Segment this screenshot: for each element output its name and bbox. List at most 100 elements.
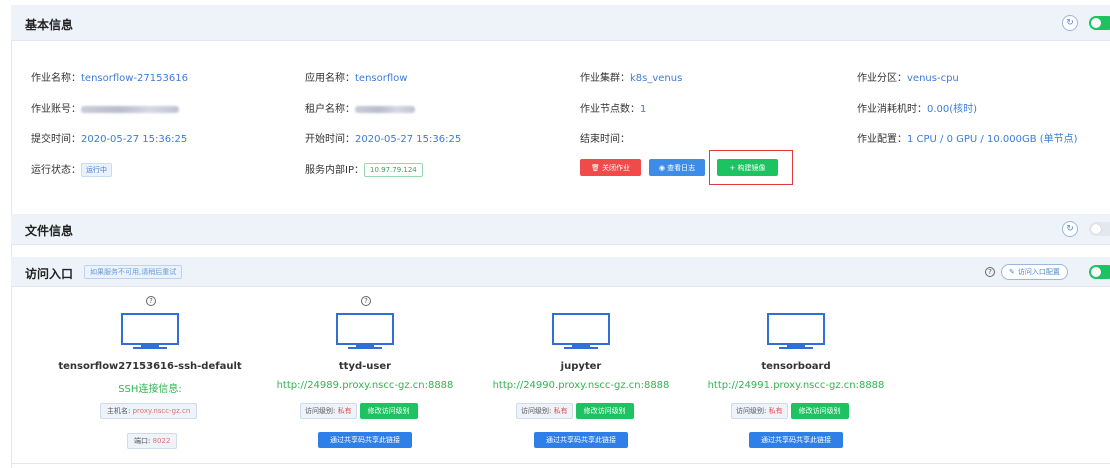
start-time-field: 开始时间：2020-05-27 15:36:25 [305,130,461,145]
internal-ip-value: 10.97.79.124 [363,163,423,177]
start-time-label: 开始时间： [305,134,355,145]
access-level-value: 私有 [768,407,783,415]
close-job-button[interactable]: 🗑 关闭作业 [580,159,641,176]
ssh-port-label: 端口: [134,437,151,445]
partition-value: venus-cpu [907,73,959,84]
refresh-icon[interactable]: ↻ [1062,15,1078,31]
access-level-label: 访问级别: [521,407,552,415]
share-link-button[interactable]: 通过共享码共享此链接 [318,432,412,448]
nodes-label: 作业节点数： [580,104,640,115]
access-level-value: 私有 [553,407,568,415]
start-time-value: 2020-05-27 15:36:25 [355,134,462,145]
submit-time-label: 提交时间： [31,134,81,145]
internal-ip-field: 服务内部IP： 10.97.79.124 [305,161,423,177]
ssh-host-value: proxy.nscc-gz.cn [132,407,191,415]
config-label: 作业配置： [857,134,907,145]
access-level-label: 访问级别: [736,407,767,415]
account-label: 作业账号： [31,104,81,115]
edit-icon: ✎ [1009,268,1015,276]
core-hours-field: 作业消耗机时：0.00(核时) [857,100,977,115]
job-name-label: 作业名称： [31,73,81,84]
view-log-label: 查看日志 [667,163,696,172]
internal-ip-label: 服务内部IP： [305,165,364,176]
cluster-field: 作业集群：k8s_venus [580,69,682,84]
basic-info-toggle[interactable] [1089,16,1110,30]
basic-info-title: 基本信息 [25,18,74,32]
service-name: tensorflow27153616-ssh-default [58,361,242,372]
file-info-header: 文件信息 ↻ [11,214,1110,245]
service-name: jupyter [560,361,602,372]
view-log-button[interactable]: ◉ 查看日志 [649,159,705,176]
modify-access-level-button[interactable]: 修改访问级别 [790,403,849,419]
access-header: 访问入口 如果服务不可用,请稍后重试 ? ✎ 访问入口配置 [11,257,1110,287]
access-level-label: 访问级别: [305,407,336,415]
service-name: tensorboard [761,361,831,372]
ssh-host-label: 主机名: [107,407,131,415]
access-level-row: 访问级别: 私有 修改访问级别 [516,403,634,419]
access-level-tag: 访问级别: 私有 [300,403,357,419]
monitor-icon [767,313,825,349]
basic-info-header: 基本信息 ↻ [11,5,1110,41]
tenant-value-redacted [355,105,415,113]
config-value: 1 CPU / 0 GPU / 10.000GB (单节点) [907,134,1078,145]
tenant-field: 租户名称： [305,100,415,115]
build-image-label: 构建镜像 [737,163,766,172]
help-icon[interactable]: ? [985,267,995,277]
modify-access-level-button[interactable]: 修改访问级别 [575,403,634,419]
monitor-icon [121,313,179,349]
core-hours-label: 作业消耗机时： [857,104,927,115]
access-hint-badge: 如果服务不可用,请稍后重试 [84,265,183,279]
share-link-button[interactable]: 通过共享码共享此链接 [534,432,628,448]
cluster-value: k8s_venus [630,73,683,84]
close-job-label: 关闭作业 [602,163,631,172]
build-image-button[interactable]: + 构建镜像 [717,159,778,176]
access-level-row: 访问级别: 私有 修改访问级别 [731,403,849,419]
help-icon[interactable]: ? [361,296,371,306]
plus-icon: + [729,163,738,172]
submit-time-value: 2020-05-27 15:36:25 [81,134,188,145]
job-name-field: 作业名称：tensorflow-27153616 [31,69,188,84]
monitor-icon [552,313,610,349]
monitor-icon [336,313,394,349]
app-name-label: 应用名称： [305,73,355,84]
config-field: 作业配置：1 CPU / 0 GPU / 10.000GB (单节点) [857,130,1078,145]
end-time-label: 结束时间： [580,134,630,145]
service-url-link[interactable]: http://24989.proxy.nscc-gz.cn:8888 [255,380,475,391]
share-link-button[interactable]: 通过共享码共享此链接 [749,432,843,448]
status-field: 运行状态： 运行中 [31,161,112,177]
access-level-value: 私有 [337,407,352,415]
app-name-field: 应用名称：tensorflow [305,69,407,84]
nodes-field: 作业节点数：1 [580,100,646,115]
refresh-icon[interactable]: ↻ [1062,221,1078,237]
job-name-value: tensorflow-27153616 [81,73,188,84]
account-value-redacted [81,105,179,113]
cluster-label: 作业集群： [580,73,630,84]
partition-field: 作业分区：venus-cpu [857,69,959,84]
core-hours-value: 0.00(核时) [927,104,978,115]
file-info-toggle[interactable] [1089,222,1110,236]
access-config-label: 访问入口配置 [1017,268,1060,276]
ssh-port-tag: 端口: 8022 [127,433,178,449]
end-time-field: 结束时间： [580,130,630,145]
app-name-value: tensorflow [355,73,408,84]
modify-access-level-button[interactable]: 修改访问级别 [359,403,418,419]
trash-icon: 🗑 [590,163,603,172]
partition-label: 作业分区： [857,73,907,84]
access-level-row: 访问级别: 私有 修改访问级别 [300,403,418,419]
service-url-link[interactable]: http://24991.proxy.nscc-gz.cn:8888 [686,380,906,391]
status-label: 运行状态： [31,165,81,176]
service-url-link[interactable]: http://24990.proxy.nscc-gz.cn:8888 [471,380,691,391]
access-config-button[interactable]: ✎ 访问入口配置 [1001,264,1068,280]
ssh-info-title: SSH连接信息: [118,384,182,395]
service-name: ttyd-user [338,361,392,372]
access-title: 访问入口 [25,267,74,281]
tenant-label: 租户名称： [305,104,355,115]
ssh-host-tag: 主机名: proxy.nscc-gz.cn [100,403,198,419]
access-level-tag: 访问级别: 私有 [731,403,788,419]
access-toggle[interactable] [1089,265,1110,279]
help-icon[interactable]: ? [146,296,156,306]
bottom-divider [11,463,1110,464]
submit-time-field: 提交时间：2020-05-27 15:36:25 [31,130,187,145]
status-badge: 运行中 [81,163,112,177]
nodes-value: 1 [640,104,647,115]
